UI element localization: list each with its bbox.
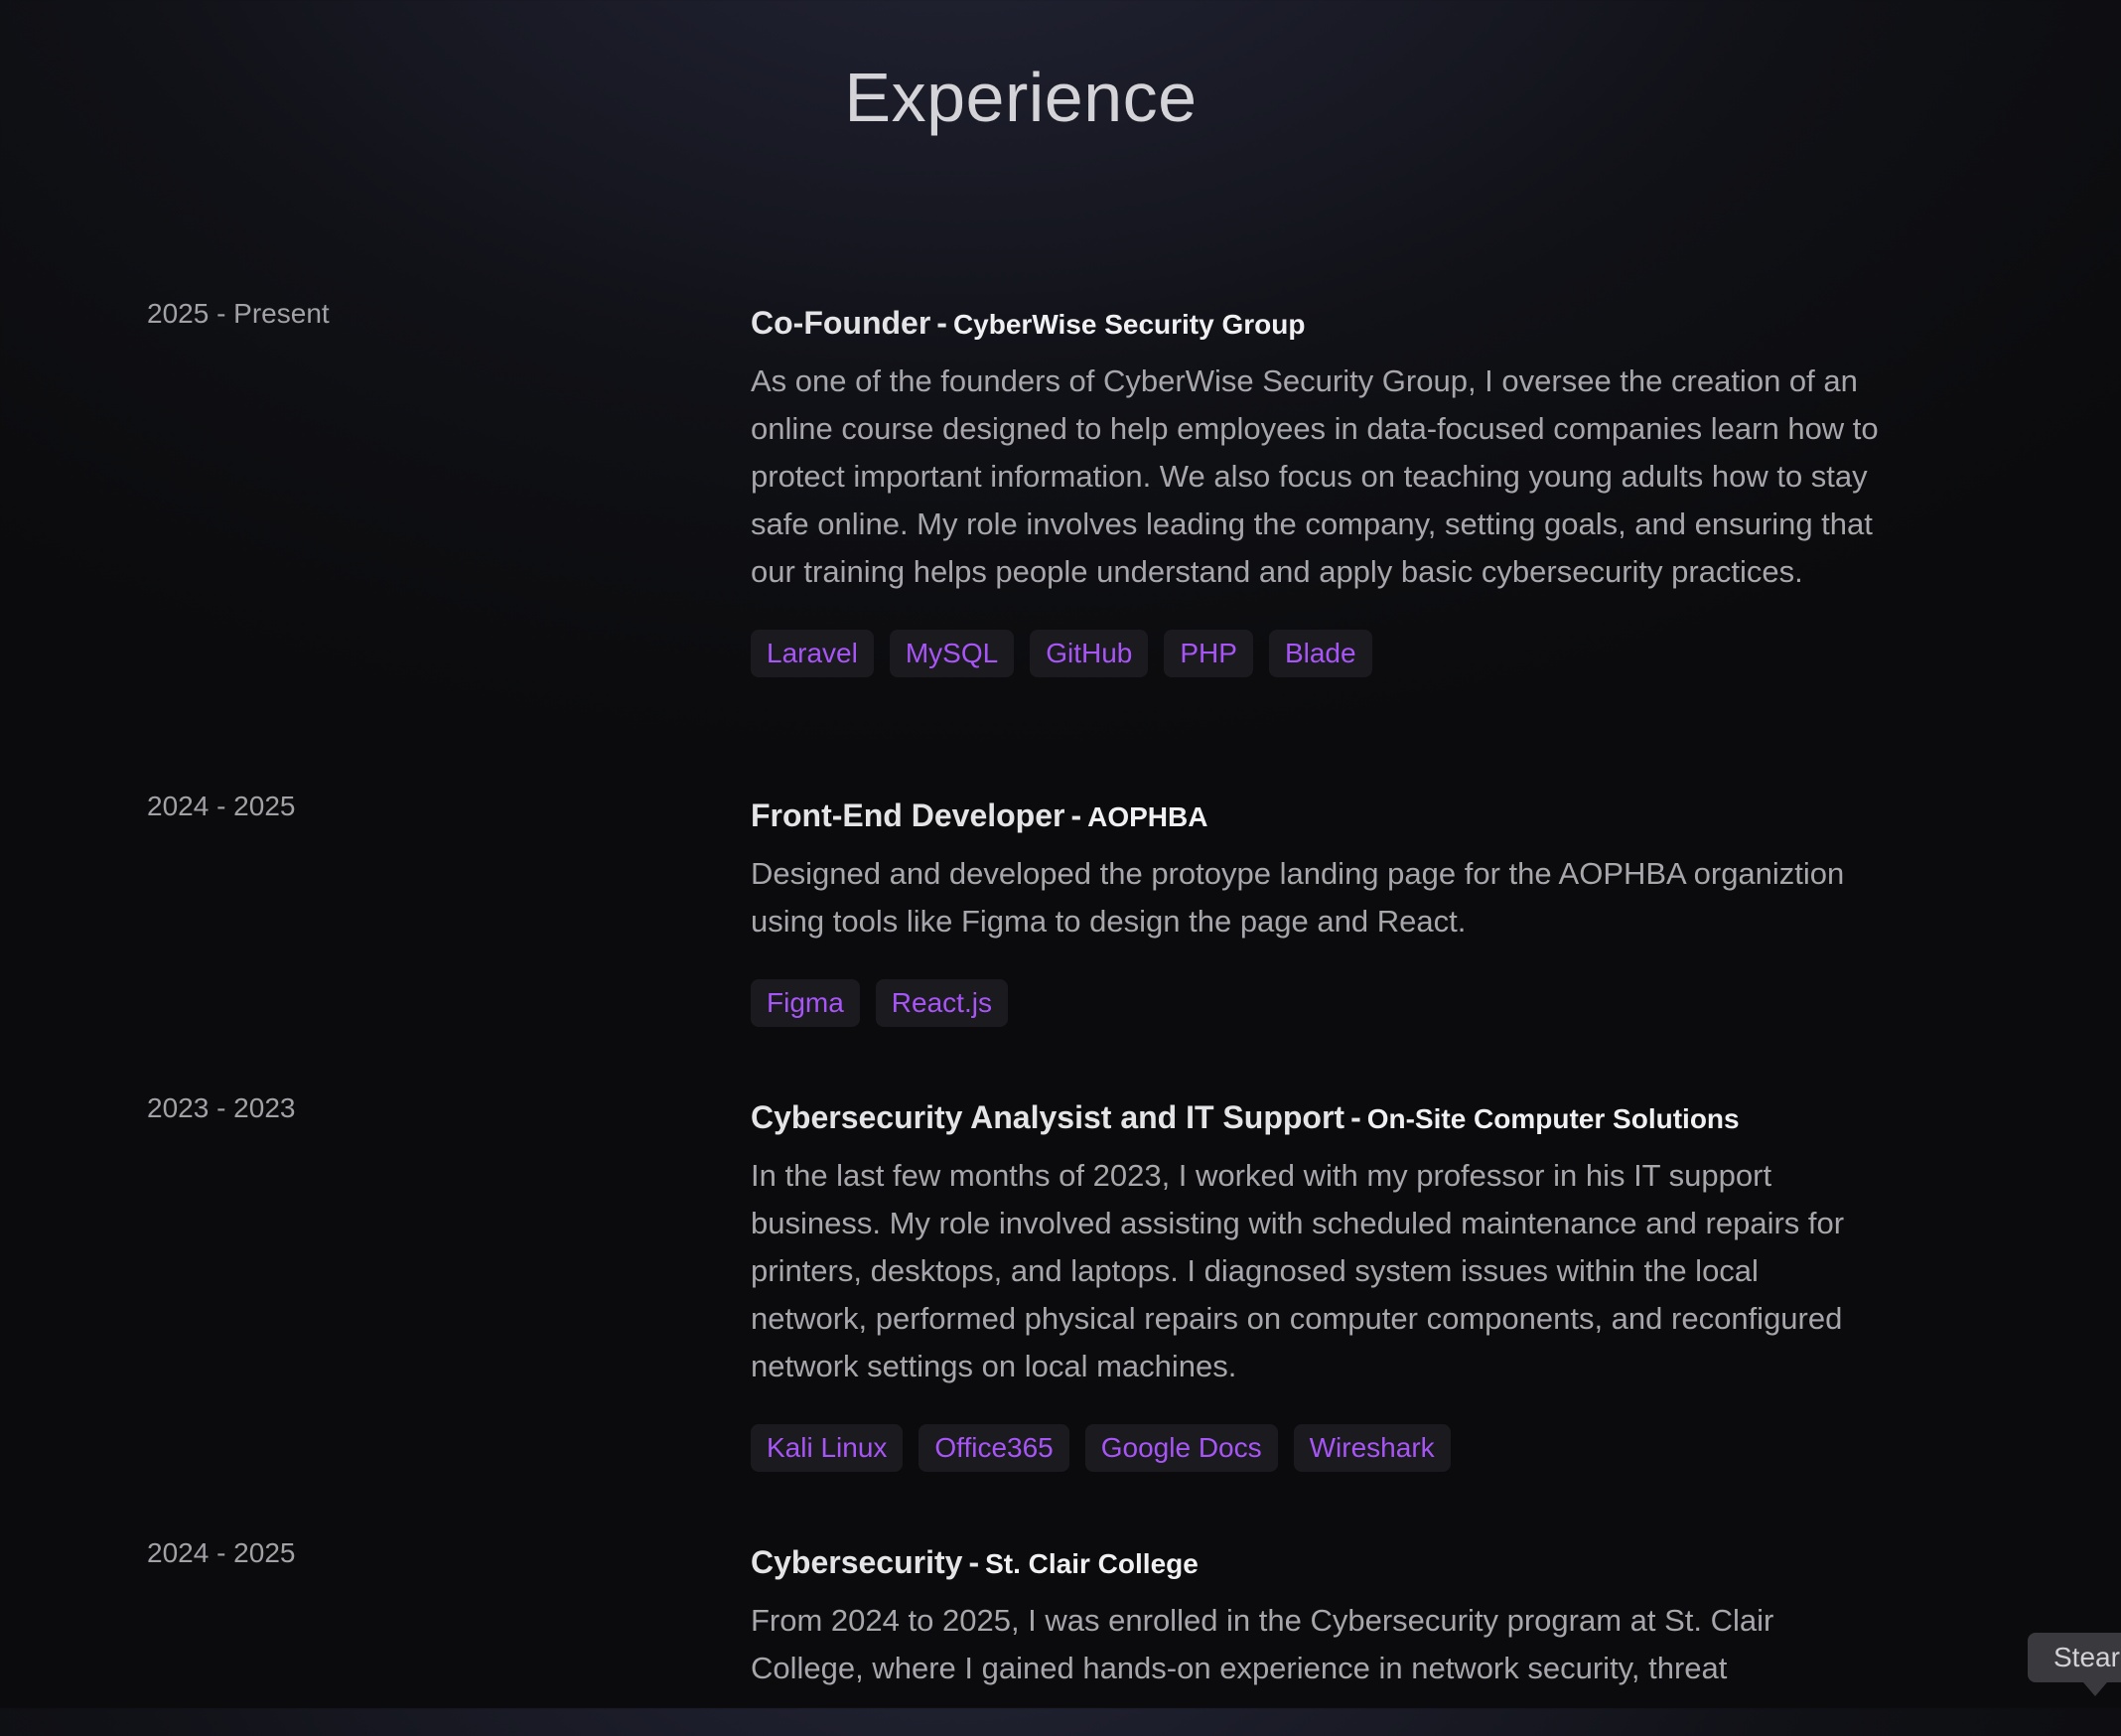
entry-separator: - xyxy=(1350,1099,1361,1135)
tag-wireshark: Wireshark xyxy=(1293,1424,1451,1472)
tag-figma: Figma xyxy=(751,979,860,1027)
entry-heading: Co-Founder - CyberWise Security Group xyxy=(751,298,1883,350)
entry-organization: CyberWise Security Group xyxy=(952,309,1306,340)
tag-blade: Blade xyxy=(1268,630,1372,677)
entry-role: Cybersecurity xyxy=(751,1544,963,1580)
entry-separator: - xyxy=(968,1544,980,1580)
experience-entry: 2025 - Present Co-Founder - CyberWise Secu… xyxy=(0,298,2121,791)
tag-list: Laravel MySQL GitHub PHP Blade xyxy=(751,630,1883,677)
page-title: Experience xyxy=(844,59,1198,136)
entry-role: Cybersecurity Analysist and IT Support xyxy=(751,1099,1345,1135)
entry-heading: Cybersecurity Analysist and IT Support - O… xyxy=(751,1092,1883,1144)
experience-entry: 2024 - 2025 Cybersecurity - St. Clair Coll… xyxy=(0,1537,2121,1736)
entry-role: Co-Founder xyxy=(751,305,931,341)
entry-date: 2025 - Present xyxy=(147,298,330,329)
tag-list: Figma React.js xyxy=(751,979,1883,1027)
entry-description: From 2024 to 2025, I was enrolled in the… xyxy=(751,1603,1774,1685)
entry-organization: AOPHBA xyxy=(1087,801,1208,832)
tag-reactjs: React.js xyxy=(875,979,1008,1027)
tag-google-docs: Google Docs xyxy=(1084,1424,1278,1472)
entry-description: Designed and developed the protoype land… xyxy=(751,856,1845,939)
tooltip: Stear xyxy=(2028,1633,2121,1682)
entry-organization: On-Site Computer Solutions xyxy=(1366,1103,1740,1134)
tag-php: PHP xyxy=(1164,630,1253,677)
tag-kali-linux: Kali Linux xyxy=(751,1424,904,1472)
tag-laravel: Laravel xyxy=(751,630,874,677)
experience-timeline: 2025 - Present Co-Founder - CyberWise Secu… xyxy=(0,298,2121,1736)
entry-description: As one of the founders of CyberWise Secu… xyxy=(751,363,1879,589)
entry-content: Front-End Developer - AOPHBA Designed and … xyxy=(751,791,1883,1027)
experience-entry: 2023 - 2023 Cybersecurity Analysist and … xyxy=(0,1092,2121,1537)
entry-heading: Front-End Developer - AOPHBA xyxy=(751,791,1883,842)
entry-separator: - xyxy=(1070,797,1082,833)
entry-date: 2024 - 2025 xyxy=(147,1537,296,1568)
entry-content: Cybersecurity - St. Clair College From 202… xyxy=(751,1537,1883,1692)
entry-date: 2024 - 2025 xyxy=(147,791,296,821)
experience-entry: 2024 - 2025 Front-End Developer - AOPHBA D… xyxy=(0,791,2121,1092)
tag-office365: Office365 xyxy=(919,1424,1069,1472)
entry-date: 2023 - 2023 xyxy=(147,1092,296,1123)
tag-github: GitHub xyxy=(1030,630,1149,677)
entry-organization: St. Clair College xyxy=(985,1548,1199,1579)
entry-content: Cybersecurity Analysist and IT Support - O… xyxy=(751,1092,1883,1472)
entry-separator: - xyxy=(936,305,947,341)
tooltip-arrow xyxy=(2083,1682,2107,1696)
entry-heading: Cybersecurity - St. Clair College xyxy=(751,1537,1883,1589)
entry-description: In the last few months of 2023, I worked… xyxy=(751,1158,1845,1383)
entry-role: Front-End Developer xyxy=(751,797,1065,833)
entry-content: Co-Founder - CyberWise Security Group As o… xyxy=(751,298,1883,677)
tag-list: Kali Linux Office365 Google Docs Wiresha… xyxy=(751,1424,1883,1472)
tag-mysql: MySQL xyxy=(889,630,1015,677)
